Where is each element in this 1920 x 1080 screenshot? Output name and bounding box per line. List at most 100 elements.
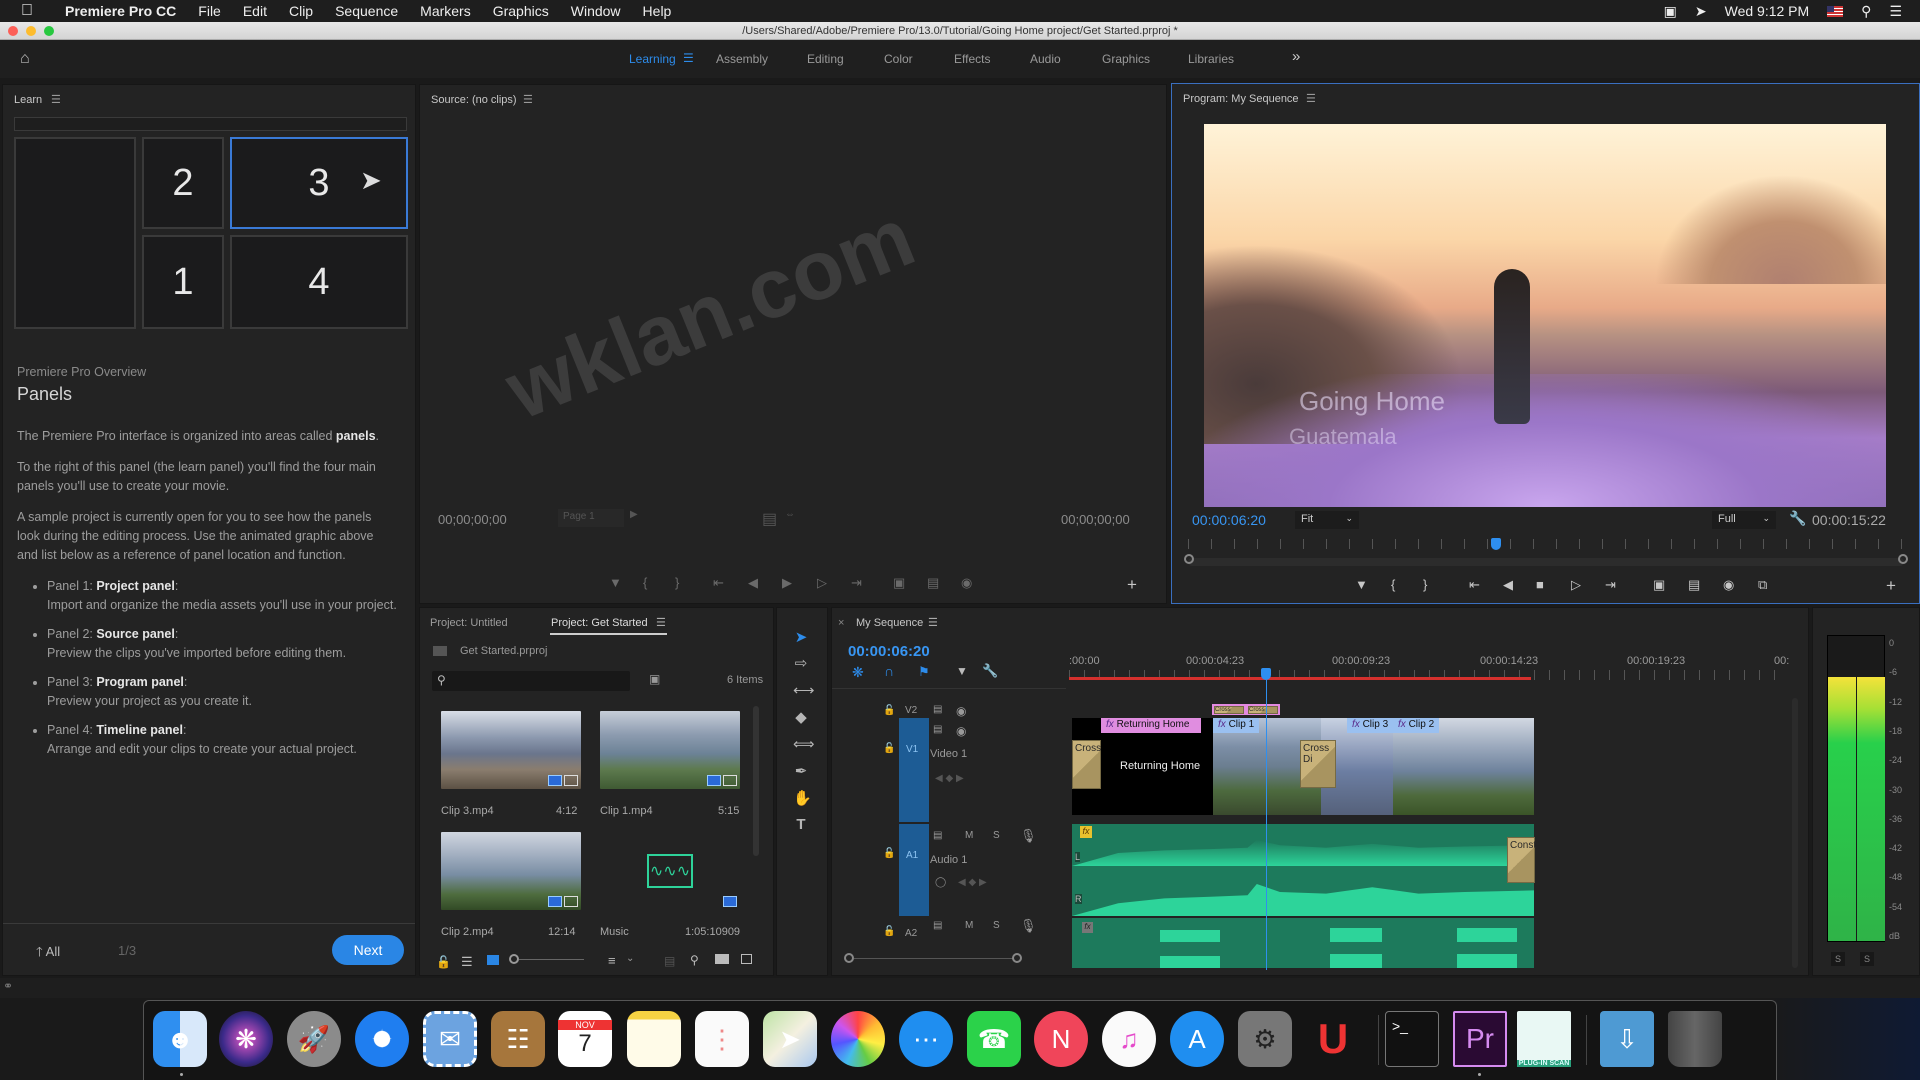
timeline-vertical-scrollbar[interactable] (1792, 698, 1798, 968)
menu-window[interactable]: Window (560, 3, 632, 19)
track-v2-label[interactable]: V2 (905, 705, 917, 716)
workspace-tab-learning[interactable]: Learning (629, 52, 676, 66)
sequence-tab-title[interactable]: My Sequence (856, 617, 923, 629)
menu-clip[interactable]: Clip (278, 3, 324, 19)
type-tool-icon[interactable]: T (793, 816, 809, 833)
keyframe-nav-icon[interactable]: ◀ ◆ ▶ (935, 773, 964, 784)
dock-contacts-icon[interactable]: ☷ (491, 1011, 545, 1067)
v2-graphic-clip[interactable]: Cross Cross (1212, 704, 1280, 715)
workspace-tab-libraries[interactable]: Libraries (1188, 52, 1234, 66)
minimize-window-button[interactable] (26, 26, 36, 36)
workspace-overflow-button[interactable]: » (1292, 48, 1300, 65)
timeline-playhead-line[interactable] (1266, 680, 1267, 970)
menu-sequence[interactable]: Sequence (324, 3, 409, 19)
menu-file[interactable]: File (187, 3, 232, 19)
eye-visibility-icon[interactable]: ◉ (956, 704, 966, 718)
audio-waveform-icon[interactable]: ∿∿∿ (647, 854, 693, 888)
extract-icon[interactable]: ▤ (1688, 577, 1700, 593)
lock-icon[interactable]: 🔓 (883, 848, 895, 859)
menu-graphics[interactable]: Graphics (482, 3, 560, 19)
dock-reminders-icon[interactable]: ⋮ (695, 1011, 749, 1067)
work-area-bar[interactable] (1069, 677, 1531, 680)
scroll-handle-right[interactable] (1012, 953, 1022, 963)
v2-transition[interactable]: Cross (1214, 706, 1244, 714)
project-scrollbar[interactable] (753, 706, 759, 856)
menu-markers[interactable]: Markers (409, 3, 482, 19)
dock-itunes-icon[interactable]: ♫ (1102, 1011, 1156, 1067)
all-tutorials-link[interactable]: 🡑 All (36, 943, 60, 965)
close-window-button[interactable] (8, 26, 18, 36)
stop-icon[interactable]: ■ (1536, 577, 1544, 592)
add-button-icon[interactable]: + (1886, 576, 1896, 596)
source-timecode-in[interactable]: 00;00;00;00 (438, 512, 507, 527)
new-bin-icon[interactable] (715, 954, 729, 964)
workspace-tab-audio[interactable]: Audio (1030, 52, 1061, 66)
voice-over-record-icon[interactable]: 🎙 (1020, 828, 1037, 844)
menu-help[interactable]: Help (632, 3, 683, 19)
volume-keyframe-icon[interactable]: ◯ (935, 877, 946, 888)
dock-mail-icon[interactable]: ✉ (423, 1011, 477, 1067)
dock-siri-icon[interactable]: ❋ (219, 1011, 273, 1067)
program-time-ruler[interactable] (1188, 539, 1904, 549)
panel-menu-icon[interactable]: ☰ (656, 616, 666, 629)
lock-icon[interactable]: 🔓 (883, 926, 895, 937)
dock-trash-icon[interactable] (1668, 1011, 1722, 1067)
lock-icon[interactable]: 🔓 (883, 743, 895, 754)
track-a2-label[interactable]: A2 (905, 928, 917, 939)
dock-notes-icon[interactable] (627, 1011, 681, 1067)
unlock-icon[interactable]: 🔓 (436, 955, 451, 969)
export-frame-icon[interactable]: ◉ (961, 575, 972, 591)
dock-terminal-icon[interactable]: >_ (1385, 1011, 1439, 1067)
insert-icon[interactable]: ▣ (893, 575, 905, 591)
mark-out-icon[interactable]: } (675, 575, 679, 590)
panel-menu-icon[interactable]: ☰ (1306, 92, 1316, 105)
timeline-settings-icon[interactable]: 🔧 (982, 663, 998, 679)
tab-project-get-started[interactable]: Project: Get Started (551, 617, 648, 629)
mute-button[interactable]: M (965, 920, 973, 931)
solo-right-button[interactable]: S (1860, 952, 1874, 966)
notification-center-icon[interactable]: ☰ (1889, 3, 1902, 20)
program-playhead-timecode[interactable]: 00:00:06:20 (1192, 512, 1266, 528)
add-marker-icon[interactable]: ▼ (1355, 577, 1368, 592)
pen-tool-icon[interactable]: ✒ (793, 762, 809, 780)
solo-button[interactable]: S (993, 830, 1000, 841)
timeline-playhead-handle[interactable] (1261, 668, 1271, 680)
v1-clip-2[interactable]: fx Clip 2 (1393, 718, 1534, 815)
find-icon[interactable]: ⚲ (690, 953, 699, 967)
dock-maps-icon[interactable]: ➤ (763, 1011, 817, 1067)
export-frame-icon[interactable]: ◉ (1723, 577, 1734, 593)
add-button-icon[interactable]: + (1127, 575, 1137, 595)
new-item-icon[interactable] (741, 954, 752, 964)
dock-facetime-icon[interactable]: ☎ (967, 1011, 1021, 1067)
dock-system-preferences-icon[interactable]: ⚙ (1238, 1011, 1292, 1067)
eye-visibility-icon[interactable]: ◉ (956, 724, 966, 738)
dock-news-icon[interactable]: N (1034, 1011, 1088, 1067)
zoom-window-button[interactable] (44, 26, 54, 36)
ripple-edit-tool-icon[interactable]: ⟷ (793, 681, 815, 699)
sort-icons-icon[interactable]: ≡ (608, 953, 616, 968)
mark-in-icon[interactable]: { (643, 575, 647, 590)
app-menu[interactable]: Premiere Pro CC (54, 3, 187, 19)
input-source-flag-icon[interactable] (1827, 5, 1844, 17)
workspace-menu-icon[interactable]: ☰ (683, 51, 694, 65)
cursor-app-icon[interactable]: ➤ (1695, 3, 1707, 20)
v1-transition[interactable]: Cross Di (1300, 740, 1336, 788)
dock-app-store-icon[interactable]: A (1170, 1011, 1224, 1067)
lock-icon[interactable]: 🔓 (883, 705, 895, 716)
zoom-slider-track[interactable] (519, 959, 584, 960)
wrench-settings-icon[interactable]: 🔧 (1789, 510, 1806, 527)
zoom-fit-select[interactable]: Fit ⌄ (1295, 511, 1359, 529)
new-search-bin-icon[interactable]: ▣ (649, 672, 660, 686)
step-back-icon[interactable]: ◀ (1503, 577, 1513, 593)
playback-resolution-select[interactable]: Full ⌄ (1712, 511, 1776, 529)
workspace-tab-editing[interactable]: Editing (807, 52, 844, 66)
v1-transition[interactable]: Cross (1072, 740, 1101, 789)
scroll-handle-left[interactable] (844, 953, 854, 963)
workspace-tab-assembly[interactable]: Assembly (716, 52, 768, 66)
slip-tool-icon[interactable]: ⟺ (793, 735, 815, 753)
snap-magnet-icon[interactable]: ∩ (884, 663, 894, 679)
sync-lock-icon[interactable]: ▤ (933, 704, 942, 715)
clock[interactable]: Wed 9:12 PM (1725, 3, 1810, 19)
program-playhead[interactable] (1490, 538, 1501, 550)
add-marker-icon[interactable]: ▼ (956, 664, 968, 678)
